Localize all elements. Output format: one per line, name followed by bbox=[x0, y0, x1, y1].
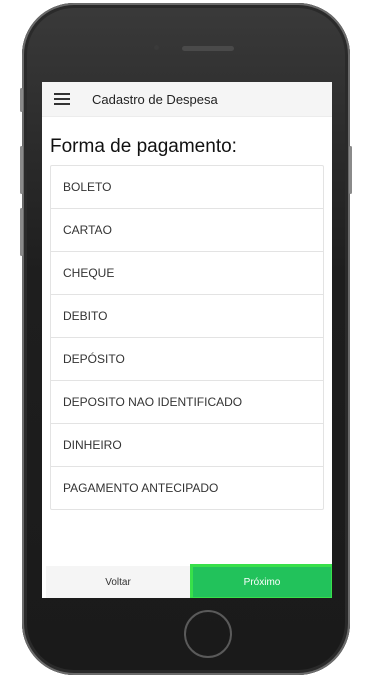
list-item-cheque[interactable]: CHEQUE bbox=[51, 252, 323, 295]
app-screen: Cadastro de Despesa Forma de pagamento: … bbox=[42, 82, 332, 598]
power-button bbox=[349, 146, 352, 194]
list-item-boleto[interactable]: BOLETO bbox=[51, 166, 323, 209]
front-camera bbox=[154, 45, 159, 50]
list-item-deposito[interactable]: DEPÓSITO bbox=[51, 338, 323, 381]
list-item-dinheiro[interactable]: DINHEIRO bbox=[51, 424, 323, 467]
page-title: Forma de pagamento: bbox=[50, 136, 237, 157]
volume-up-button bbox=[20, 146, 23, 194]
list-item-deposito-nao-identificado[interactable]: DEPOSITO NAO IDENTIFICADO bbox=[51, 381, 323, 424]
volume-down-button bbox=[20, 208, 23, 256]
app-bar-title: Cadastro de Despesa bbox=[92, 91, 218, 107]
mute-switch bbox=[20, 88, 23, 112]
earpiece-speaker bbox=[182, 46, 234, 51]
payment-method-list: BOLETO CARTAO CHEQUE DEBITO DEPÓSITO DEP… bbox=[50, 165, 324, 510]
home-button[interactable] bbox=[184, 610, 232, 658]
app-bar: Cadastro de Despesa bbox=[42, 82, 332, 117]
list-item-pagamento-antecipado[interactable]: PAGAMENTO ANTECIPADO bbox=[51, 467, 323, 509]
list-item-cartao[interactable]: CARTAO bbox=[51, 209, 323, 252]
hamburger-menu-icon[interactable] bbox=[54, 93, 70, 105]
footer-actions: Voltar Próximo bbox=[42, 566, 332, 598]
list-item-debito[interactable]: DEBITO bbox=[51, 295, 323, 338]
next-button[interactable]: Próximo bbox=[193, 567, 331, 597]
back-button[interactable]: Voltar bbox=[46, 566, 190, 598]
